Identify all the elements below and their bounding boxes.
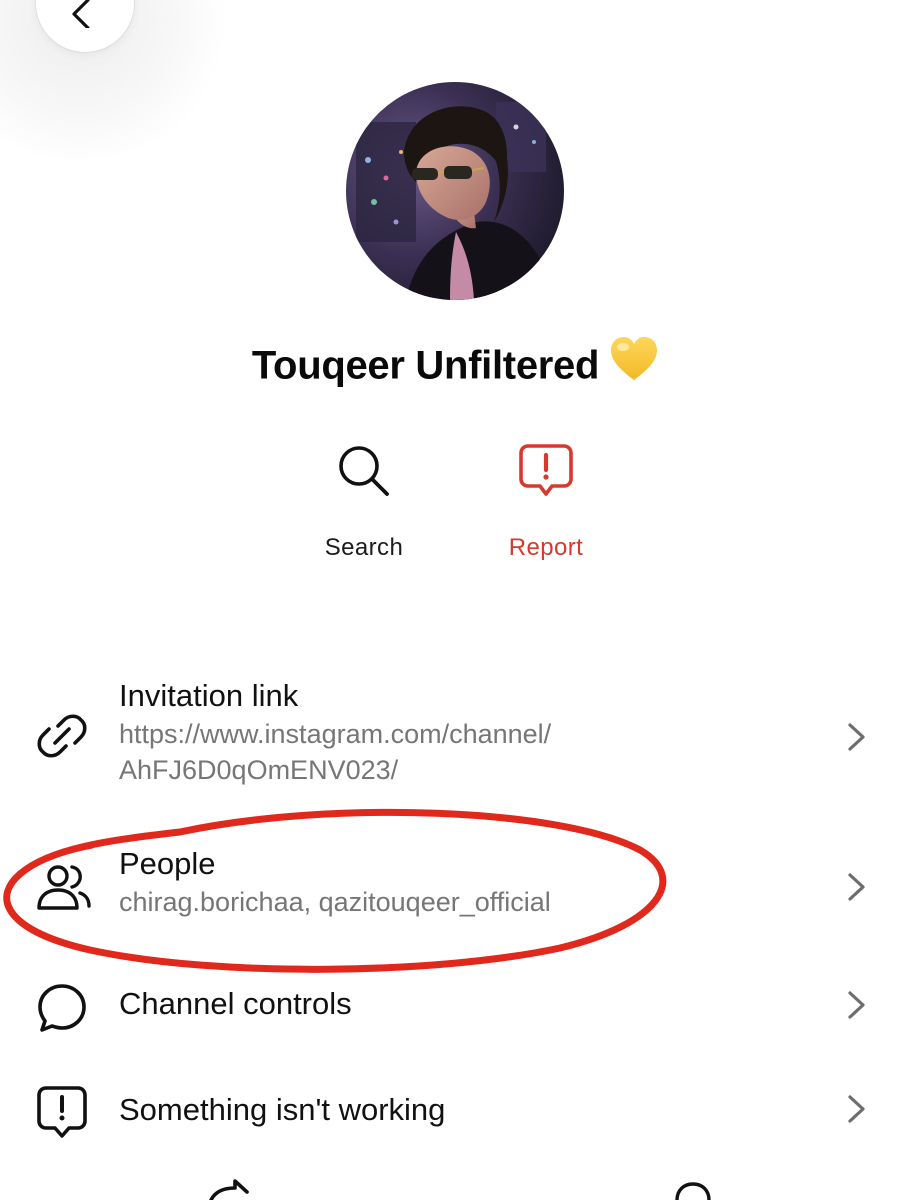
share-icon[interactable] [205,1178,249,1200]
invitation-link-row[interactable]: Invitation link https://www.instagram.co… [0,670,911,790]
search-button[interactable]: Search [284,438,444,578]
chevron-left-icon [72,0,90,28]
people-row[interactable]: People chirag.borichaa, qazitouqeer_offi… [0,838,911,938]
chevron-right-icon [848,1095,865,1123]
people-title: People [119,846,216,881]
profile-photo [346,82,564,300]
report-label: Report [508,534,584,561]
something-isnt-working-row[interactable]: Something isn't working [0,1074,911,1144]
search-label: Search [324,534,404,561]
invitation-link-url-line1: https://www.instagram.com/channel/ [119,719,552,749]
channel-name-text: Touqeer Unfiltered [251,343,600,388]
something-isnt-working-title: Something isn't working [119,1092,446,1127]
channel-details-screen: Touqeer Unfiltered Search Report Invitat… [0,0,911,1200]
channel-controls-title: Channel controls [119,986,352,1021]
people-icon [37,865,91,910]
help-icon[interactable] [673,1178,713,1200]
people-members: chirag.borichaa, qazitouqeer_official [119,887,551,917]
invitation-link-url-line2: AhFJ6D0qOmENV023/ [119,755,399,785]
channel-controls-row[interactable]: Channel controls [0,970,911,1040]
chevron-right-icon [848,873,865,901]
chat-bubble-icon [38,984,86,1032]
invitation-link-title: Invitation link [119,678,299,713]
channel-avatar[interactable] [346,82,564,300]
report-button[interactable]: Report [466,438,626,578]
search-icon [339,446,389,496]
chevron-right-icon [848,723,865,751]
yellow-heart-emoji [609,336,659,392]
link-icon [37,714,87,758]
alert-bubble-icon [37,1086,87,1138]
channel-name: Touqeer Unfiltered [0,337,911,396]
report-icon [519,444,573,496]
chevron-right-icon [848,991,865,1019]
